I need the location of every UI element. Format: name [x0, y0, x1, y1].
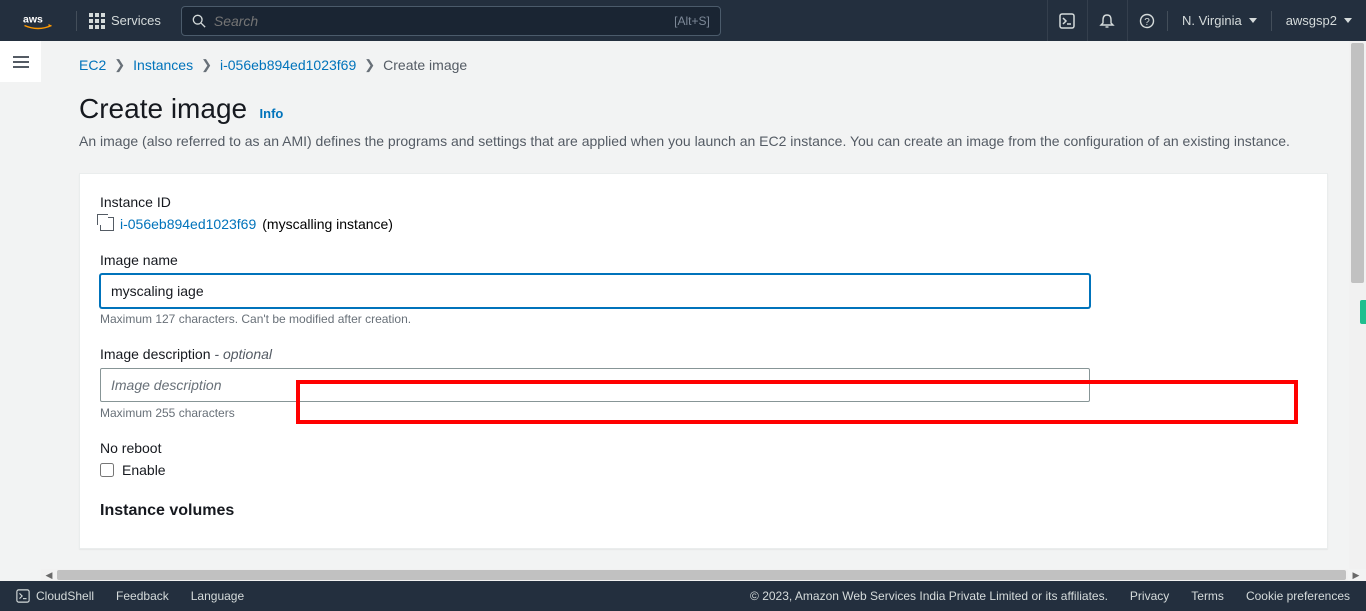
- notifications-icon[interactable]: [1087, 0, 1127, 41]
- page-header: Create image Info An image (also referre…: [79, 93, 1328, 151]
- scroll-left-arrow[interactable]: ◀: [41, 569, 57, 581]
- region-selector[interactable]: N. Virginia: [1168, 0, 1271, 41]
- breadcrumb: EC2 ❯ Instances ❯ i-056eb894ed1023f69 ❯ …: [79, 57, 1328, 73]
- search-icon: [192, 14, 206, 28]
- chevron-right-icon: ❯: [201, 57, 212, 73]
- cookie-preferences-link[interactable]: Cookie preferences: [1246, 589, 1350, 603]
- page-title: Create image: [79, 93, 247, 125]
- enable-label: Enable: [122, 462, 166, 478]
- caret-down-icon: [1344, 18, 1352, 23]
- no-reboot-label: No reboot: [100, 440, 1307, 456]
- search-input[interactable]: [214, 13, 674, 29]
- services-menu-button[interactable]: Services: [77, 0, 173, 41]
- breadcrumb-instances[interactable]: Instances: [133, 57, 193, 73]
- image-description-input[interactable]: [100, 368, 1090, 402]
- enable-row: Enable: [100, 462, 1307, 478]
- scroll-right-arrow[interactable]: ▶: [1348, 569, 1364, 581]
- info-link[interactable]: Info: [260, 106, 284, 121]
- aws-logo[interactable]: aws: [0, 12, 76, 30]
- top-navbar: aws Services [Alt+S] ? N. Virginia awsgs…: [0, 0, 1366, 41]
- feedback-tab[interactable]: [1360, 300, 1366, 324]
- feedback-link[interactable]: Feedback: [116, 589, 169, 603]
- sidebar-toggle[interactable]: [0, 41, 41, 82]
- scrollbar-thumb[interactable]: [57, 570, 1346, 580]
- image-description-hint: Maximum 255 characters: [100, 406, 1307, 420]
- image-description-label: Image description - optional: [100, 346, 1307, 362]
- language-link[interactable]: Language: [191, 589, 244, 603]
- chevron-right-icon: ❯: [364, 57, 375, 73]
- caret-down-icon: [1249, 18, 1257, 23]
- help-icon[interactable]: ?: [1127, 0, 1167, 41]
- scrollbar-thumb[interactable]: [1351, 43, 1364, 283]
- cloudshell-icon[interactable]: [1047, 0, 1087, 41]
- terms-link[interactable]: Terms: [1191, 589, 1224, 603]
- instance-name-text: (myscalling instance): [262, 216, 393, 232]
- image-name-input[interactable]: [100, 274, 1090, 308]
- instance-id-label: Instance ID: [100, 194, 1307, 210]
- bottom-bar: CloudShell Feedback Language © 2023, Ama…: [0, 581, 1366, 611]
- privacy-link[interactable]: Privacy: [1130, 589, 1169, 603]
- cloudshell-link[interactable]: CloudShell: [16, 589, 94, 603]
- instance-volumes-heading: Instance volumes: [100, 502, 1307, 520]
- global-search[interactable]: [Alt+S]: [181, 6, 721, 36]
- horizontal-scrollbar[interactable]: ◀ ▶: [41, 569, 1348, 581]
- image-name-label: Image name: [100, 252, 1307, 268]
- page-description: An image (also referred to as an AMI) de…: [79, 131, 1328, 151]
- breadcrumb-ec2[interactable]: EC2: [79, 57, 106, 73]
- account-selector[interactable]: awsgsp2: [1272, 0, 1366, 41]
- copyright-text: © 2023, Amazon Web Services India Privat…: [750, 589, 1108, 603]
- instance-id-link[interactable]: i-056eb894ed1023f69: [120, 216, 256, 232]
- breadcrumb-instance-id[interactable]: i-056eb894ed1023f69: [220, 57, 356, 73]
- image-name-hint: Maximum 127 characters. Can't be modifie…: [100, 312, 1307, 326]
- form-panel: Instance ID i-056eb894ed1023f69 (myscall…: [79, 173, 1328, 549]
- cloudshell-icon: [16, 589, 30, 603]
- enable-checkbox[interactable]: [100, 463, 114, 477]
- chevron-right-icon: ❯: [114, 57, 125, 73]
- services-label: Services: [111, 13, 161, 28]
- main-content: EC2 ❯ Instances ❯ i-056eb894ed1023f69 ❯ …: [41, 41, 1366, 581]
- instance-id-row: i-056eb894ed1023f69 (myscalling instance…: [100, 216, 1307, 232]
- nav-right-cluster: ? N. Virginia awsgsp2: [1047, 0, 1366, 41]
- copy-icon[interactable]: [100, 217, 114, 231]
- svg-text:aws: aws: [23, 13, 43, 25]
- breadcrumb-current: Create image: [383, 57, 467, 73]
- search-shortcut-hint: [Alt+S]: [674, 14, 710, 28]
- svg-text:?: ?: [1145, 17, 1151, 28]
- grid-icon: [89, 13, 105, 29]
- hamburger-icon: [13, 56, 29, 68]
